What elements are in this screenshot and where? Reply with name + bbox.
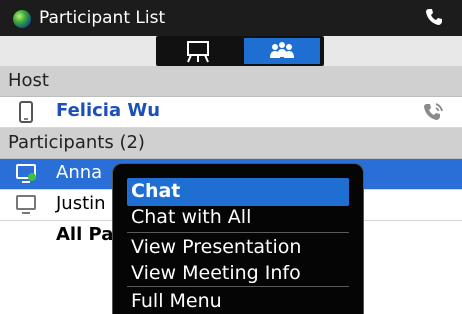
menu-item-view-presentation[interactable]: View Presentation: [127, 234, 349, 262]
computer-icon: [16, 195, 36, 214]
title-bar: Participant List: [0, 0, 462, 36]
globe-icon: [13, 10, 31, 28]
menu-separator: [127, 286, 349, 287]
section-header-participants: Participants (2): [0, 128, 462, 159]
presentation-icon: [187, 41, 209, 63]
section-header-host: Host: [0, 66, 462, 97]
menu-item-label: Full Menu: [131, 290, 222, 312]
participant-name: Anna: [56, 162, 103, 183]
menu-item-chat[interactable]: Chat: [127, 178, 349, 206]
tab-group: [156, 36, 324, 66]
app-title: Participant List: [39, 8, 166, 28]
menu-separator: [127, 232, 349, 233]
tab-participants[interactable]: [244, 38, 320, 64]
computer-icon: [16, 164, 36, 183]
tab-presentation[interactable]: [160, 38, 236, 64]
menu-item-chat-with-all[interactable]: Chat with All: [127, 204, 349, 232]
menu-item-label: Chat: [131, 180, 181, 202]
host-name: Felicia Wu: [56, 100, 161, 121]
menu-item-label: Chat with All: [131, 206, 252, 228]
section-label-participants: Participants (2): [8, 132, 145, 153]
menu-item-full-menu[interactable]: Full Menu: [127, 288, 349, 314]
phone-icon[interactable]: [424, 7, 444, 27]
menu-item-view-meeting-info[interactable]: View Meeting Info: [127, 260, 349, 288]
context-menu: Chat Chat with All View Presentation Vie…: [112, 163, 364, 314]
participants-icon: [270, 42, 294, 58]
menu-item-label: View Meeting Info: [131, 262, 301, 284]
host-row[interactable]: Felicia Wu: [0, 97, 462, 128]
section-label-host: Host: [8, 70, 49, 91]
participant-name: Justin: [56, 193, 106, 214]
mobile-phone-icon: [19, 101, 33, 123]
speaking-phone-icon: [424, 103, 443, 120]
menu-item-label: View Presentation: [131, 236, 302, 258]
